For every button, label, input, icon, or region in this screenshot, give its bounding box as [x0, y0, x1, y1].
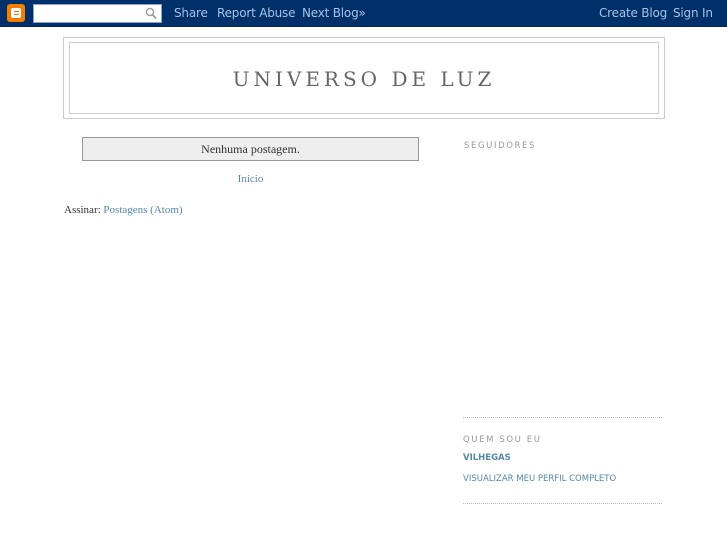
subscribe-label: Assinar:: [64, 204, 101, 216]
sign-in-link[interactable]: Sign In: [673, 6, 713, 20]
share-link[interactable]: Share: [174, 6, 208, 20]
search-icon[interactable]: [145, 7, 157, 20]
next-blog-link[interactable]: Next Blog»: [302, 6, 366, 20]
view-full-profile-link[interactable]: VISUALIZAR MEU PERFIL COMPLETO: [463, 474, 616, 484]
home-link[interactable]: Início: [82, 173, 419, 185]
blog-title[interactable]: UNIVERSO DE LUZ: [70, 67, 658, 91]
about-me-heading: QUEM SOU EU: [463, 435, 542, 445]
profile-name-link[interactable]: VILHEGAS: [463, 453, 511, 463]
report-abuse-link[interactable]: Report Abuse: [217, 6, 295, 20]
blog-header-inner: UNIVERSO DE LUZ: [69, 42, 659, 114]
no-posts-message: Nenhuma postagem.: [82, 137, 419, 161]
subscribe-feed: Assinar: Postagens (Atom): [64, 204, 183, 216]
blogger-b-glyph: [11, 8, 21, 18]
blogger-navbar: Share Report Abuse Next Blog» Create Blo…: [0, 0, 727, 27]
blogger-logo-icon[interactable]: [7, 4, 25, 22]
posts-atom-link[interactable]: Postagens (Atom): [103, 204, 182, 216]
followers-heading: SEGUIDORES: [464, 141, 536, 151]
sidebar-divider: [463, 417, 662, 418]
create-blog-link[interactable]: Create Blog: [599, 6, 667, 20]
search-input[interactable]: [34, 6, 142, 24]
blog-header: UNIVERSO DE LUZ: [63, 37, 665, 119]
search-box: [33, 4, 162, 24]
sidebar-divider: [463, 503, 662, 504]
